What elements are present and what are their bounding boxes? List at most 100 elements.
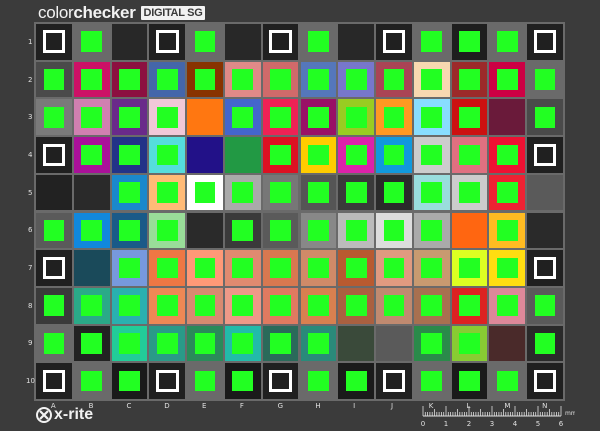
row-label: 4 bbox=[28, 150, 33, 159]
inner-patch bbox=[155, 369, 179, 393]
patch-F8 bbox=[224, 287, 261, 324]
inner-patch bbox=[156, 333, 178, 354]
patch-D3 bbox=[149, 99, 186, 136]
patch-C10 bbox=[111, 363, 148, 399]
inner-patch bbox=[534, 219, 556, 241]
patch-E1 bbox=[187, 24, 223, 60]
inner-patch bbox=[533, 143, 557, 167]
patch-B4 bbox=[73, 137, 110, 173]
column-label: G bbox=[277, 402, 284, 410]
inner-patch bbox=[459, 69, 480, 90]
patch-H5 bbox=[300, 174, 337, 211]
inner-patch bbox=[232, 295, 254, 317]
inner-patch bbox=[156, 257, 178, 279]
inner-patch bbox=[194, 31, 216, 53]
column-label: H bbox=[315, 402, 321, 410]
inner-patch bbox=[459, 31, 480, 53]
inner-patch bbox=[270, 295, 291, 317]
inner-patch bbox=[421, 333, 443, 354]
inner-patch bbox=[156, 69, 178, 90]
inner-patch bbox=[194, 182, 216, 203]
inner-patch bbox=[269, 30, 292, 54]
patch-H3 bbox=[300, 99, 337, 136]
patch-M7 bbox=[489, 250, 526, 286]
patch-D4 bbox=[149, 137, 186, 173]
inner-patch bbox=[43, 333, 65, 354]
column-label: C bbox=[126, 402, 132, 410]
patch-G2 bbox=[262, 61, 299, 98]
patch-B8 bbox=[73, 287, 110, 324]
inner-patch bbox=[421, 257, 443, 279]
patch-H7 bbox=[300, 250, 337, 286]
patch-L9 bbox=[451, 325, 488, 362]
patch-G6 bbox=[262, 212, 299, 249]
inner-patch bbox=[308, 295, 329, 317]
inner-patch bbox=[42, 256, 66, 280]
row-label: 9 bbox=[28, 339, 33, 348]
patch-A2 bbox=[36, 61, 72, 98]
inner-patch bbox=[43, 295, 65, 317]
inner-patch bbox=[308, 219, 329, 241]
patch-I6 bbox=[338, 212, 375, 249]
patch-F1 bbox=[224, 24, 261, 60]
inner-patch bbox=[421, 144, 443, 166]
patch-B2 bbox=[73, 61, 110, 98]
patch-J9 bbox=[376, 325, 412, 362]
inner-patch bbox=[156, 182, 178, 203]
patch-F3 bbox=[224, 99, 261, 136]
patch-H10 bbox=[300, 363, 337, 399]
patch-B9 bbox=[73, 325, 110, 362]
inner-patch bbox=[382, 369, 406, 393]
patch-E5 bbox=[187, 174, 223, 211]
patch-N6 bbox=[527, 212, 563, 249]
column-label: F bbox=[239, 402, 244, 410]
patch-K8 bbox=[413, 287, 450, 324]
patch-J2 bbox=[376, 61, 412, 98]
inner-patch bbox=[308, 144, 329, 166]
column-label: J bbox=[390, 402, 394, 410]
patch-A1 bbox=[36, 24, 72, 60]
inner-patch bbox=[383, 69, 405, 90]
patch-F6 bbox=[224, 212, 261, 249]
brand-logo: x-rite bbox=[36, 406, 93, 424]
ruler-unit: mm bbox=[565, 410, 575, 417]
row-label: 3 bbox=[28, 113, 33, 122]
ruler-number: 5 bbox=[536, 420, 540, 428]
color-patch-grid bbox=[34, 22, 565, 401]
inner-patch bbox=[496, 219, 518, 241]
inner-patch bbox=[383, 219, 405, 241]
patch-N8 bbox=[527, 287, 563, 324]
inner-patch bbox=[496, 69, 518, 90]
inner-patch bbox=[155, 30, 179, 54]
column-label: E bbox=[202, 402, 207, 410]
inner-patch bbox=[383, 182, 405, 203]
inner-patch bbox=[194, 257, 216, 279]
inner-patch bbox=[269, 369, 292, 393]
patch-D10 bbox=[149, 363, 186, 399]
patch-B7 bbox=[73, 250, 110, 286]
patch-A8 bbox=[36, 287, 72, 324]
patch-E9 bbox=[187, 325, 223, 362]
inner-patch bbox=[421, 182, 443, 203]
patch-K10 bbox=[413, 363, 450, 399]
patch-I2 bbox=[338, 61, 375, 98]
patch-A4 bbox=[36, 137, 72, 173]
inner-patch bbox=[421, 31, 443, 53]
patch-I5 bbox=[338, 174, 375, 211]
inner-patch bbox=[308, 31, 329, 53]
inner-patch bbox=[232, 219, 254, 241]
patch-E3 bbox=[187, 99, 223, 136]
patch-I7 bbox=[338, 250, 375, 286]
mm-ruler: 0 1 2 3 4 5 6mm bbox=[421, 406, 575, 428]
inner-patch bbox=[194, 333, 216, 354]
inner-patch bbox=[534, 182, 556, 203]
inner-patch bbox=[232, 182, 254, 203]
inner-patch bbox=[533, 30, 557, 54]
row-label: 10 bbox=[26, 377, 35, 386]
inner-patch bbox=[43, 106, 65, 128]
inner-patch bbox=[119, 69, 140, 90]
patch-M4 bbox=[489, 137, 526, 173]
patch-A5 bbox=[36, 174, 72, 211]
ruler-number: 0 bbox=[421, 420, 425, 428]
patch-C8 bbox=[111, 287, 148, 324]
